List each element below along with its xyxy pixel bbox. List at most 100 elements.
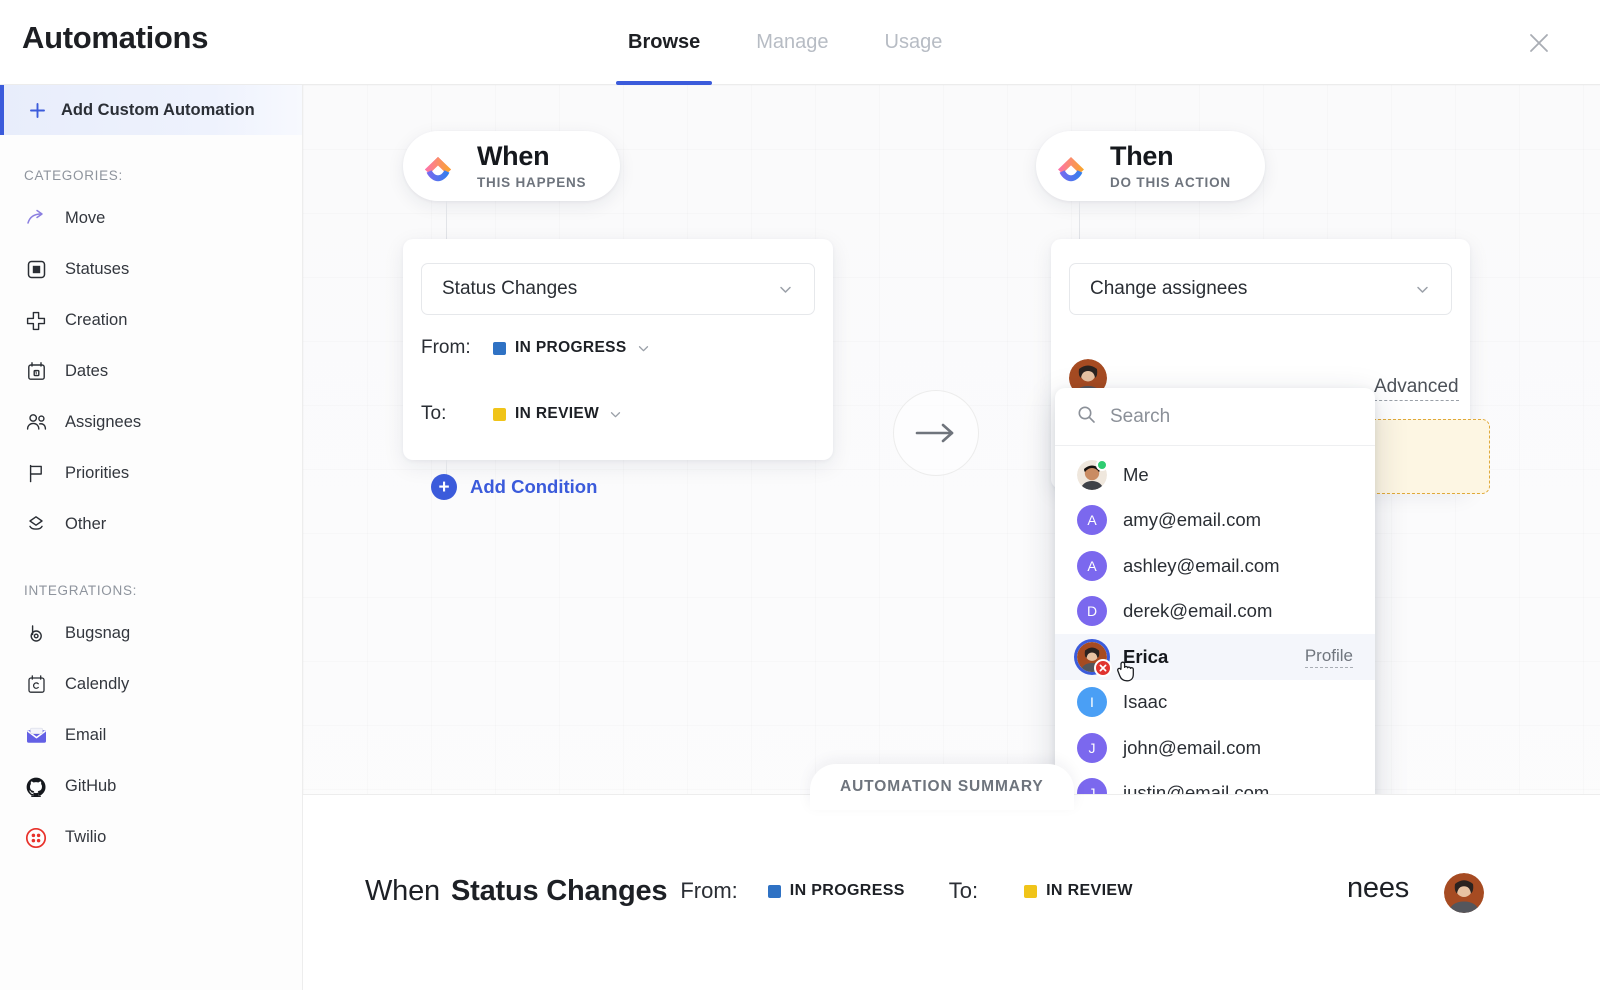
plus-icon [28, 101, 47, 120]
trigger-card: Status Changes From: IN PROGRESS To: IN … [403, 239, 833, 460]
move-arrow-icon [24, 207, 48, 231]
status-swatch [493, 341, 506, 355]
calendly-icon [24, 673, 48, 697]
assignee-search-input[interactable] [1110, 405, 1350, 428]
assignee-option-label: Isaac [1123, 691, 1168, 713]
chevron-down-icon [608, 407, 623, 422]
sidebar-item-calendly[interactable]: Calendly [0, 659, 302, 710]
trigger-select[interactable]: Status Changes [421, 263, 815, 315]
tab-usage[interactable]: Usage [857, 0, 971, 85]
sidebar-item-email[interactable]: Email [0, 710, 302, 761]
chevron-down-icon [1414, 281, 1431, 298]
plus-cross-icon [24, 309, 48, 333]
avatar-initial: I [1077, 687, 1107, 718]
assignee-search-row [1055, 388, 1375, 446]
tab-browse[interactable]: Browse [600, 0, 728, 85]
sidebar-item-creation-label: Creation [65, 311, 128, 329]
add-custom-automation-button[interactable]: Add Custom Automation [0, 85, 302, 135]
assignee-option-amy[interactable]: A amy@email.com [1055, 498, 1375, 544]
bugsnag-icon [24, 622, 48, 646]
avatar-initial-letter: A [1087, 512, 1097, 529]
sidebar-item-twilio-label: Twilio [65, 828, 107, 846]
add-condition-label: Add Condition [470, 476, 598, 497]
trigger-to-status[interactable]: IN REVIEW [493, 405, 623, 423]
sidebar-item-move[interactable]: Move [0, 193, 302, 244]
tab-manage[interactable]: Manage [728, 0, 856, 85]
summary-from-status: IN PROGRESS [767, 882, 905, 900]
assignee-option-isaac[interactable]: I Isaac [1055, 680, 1375, 726]
status-square-icon [24, 258, 48, 282]
github-icon [24, 775, 48, 799]
when-connector-line [446, 201, 447, 241]
chevron-down-icon [777, 281, 794, 298]
trigger-from-status[interactable]: IN PROGRESS [493, 339, 651, 357]
assignee-option-label: Me [1123, 463, 1149, 485]
automation-summary-tab: AUTOMATION SUMMARY [810, 764, 1074, 810]
sidebar-item-statuses[interactable]: Statuses [0, 244, 302, 295]
trigger-from-label: From: [421, 337, 471, 358]
sidebar-item-creation[interactable]: Creation [0, 295, 302, 346]
avatar-initial-letter: D [1086, 603, 1098, 620]
then-pill-text: Then DO THIS ACTION [1110, 140, 1231, 190]
flow-arrow [893, 390, 979, 476]
when-pill: When THIS HAPPENS [403, 131, 621, 201]
status-swatch [493, 407, 506, 421]
sidebar-item-twilio[interactable]: Twilio [0, 812, 302, 863]
trigger-from-row: From: IN PROGRESS [403, 315, 833, 381]
trigger-from-status-label: IN PROGRESS [515, 339, 627, 356]
remove-assignee-icon[interactable] [1094, 658, 1112, 677]
add-custom-automation-label: Add Custom Automation [61, 100, 255, 119]
summary-trigger-name: Status Changes [450, 874, 668, 907]
assignee-option-erica[interactable]: Erica Profile [1055, 634, 1375, 682]
then-title: Then [1110, 140, 1174, 171]
assignee-option-derek[interactable]: D derek@email.com [1055, 589, 1375, 635]
assignee-option-label: amy@email.com [1123, 509, 1262, 531]
sidebar-item-other[interactable]: Other [0, 499, 302, 550]
assignee-option-label: john@email.com [1123, 736, 1262, 758]
status-swatch [1024, 884, 1038, 898]
assignee-option-me[interactable]: Me [1055, 452, 1375, 498]
summary-assignee-avatar [1444, 873, 1484, 913]
summary-to-status: IN REVIEW [1024, 882, 1133, 900]
twilio-icon [24, 826, 48, 850]
integrations-heading: INTEGRATIONS: [24, 583, 138, 598]
sidebar-item-move-label: Move [65, 209, 106, 227]
status-swatch [767, 884, 781, 898]
automation-summary-area: When Status Changes From: IN PROGRESS To… [303, 764, 1600, 990]
summary-panel: When Status Changes From: IN PROGRESS To… [303, 794, 1600, 990]
tab-browse-label: Browse [628, 31, 701, 53]
avatar [1077, 641, 1112, 677]
add-condition-button[interactable]: + Add Condition [431, 474, 597, 500]
sidebar-item-assignees[interactable]: Assignees [0, 397, 302, 448]
sidebar-item-priorities[interactable]: Priorities [0, 448, 302, 499]
online-status-dot [1096, 458, 1108, 471]
summary-action-text: nees [1347, 872, 1410, 904]
sidebar-item-github[interactable]: GitHub [0, 761, 302, 812]
advanced-link[interactable]: Advanced [1374, 376, 1459, 401]
sidebar-item-calendly-label: Calendly [65, 675, 130, 693]
sidebar-item-dates[interactable]: Dates [0, 346, 302, 397]
when-title: When [477, 140, 550, 171]
trigger-to-status-label: IN REVIEW [515, 405, 600, 422]
avatar-initial: A [1077, 550, 1107, 581]
trigger-to-row: To: IN REVIEW [403, 381, 833, 447]
avatar-initial-letter: J [1088, 739, 1096, 756]
sidebar-item-github-label: GitHub [65, 777, 117, 795]
sidebar-item-priorities-label: Priorities [65, 464, 130, 482]
categories-heading: CATEGORIES: [24, 168, 123, 183]
summary-to-status-label: IN REVIEW [1046, 882, 1133, 899]
calendar-icon [24, 360, 48, 384]
summary-from-status-label: IN PROGRESS [789, 882, 905, 899]
assignee-profile-link[interactable]: Profile [1304, 646, 1353, 668]
tab-manage-label: Manage [756, 31, 829, 53]
sidebar-item-bugsnag[interactable]: Bugsnag [0, 608, 302, 659]
modal-header: Automations Browse Manage Usage [0, 0, 1600, 85]
action-select[interactable]: Change assignees [1069, 263, 1452, 315]
clickup-logo-icon [1046, 141, 1096, 191]
avatar-initial: D [1077, 596, 1107, 627]
close-icon[interactable] [1522, 26, 1556, 60]
assignee-option-ashley[interactable]: A ashley@email.com [1055, 543, 1375, 589]
trigger-select-value: Status Changes [442, 278, 578, 299]
plus-circle-icon: + [431, 474, 457, 500]
then-subtitle: DO THIS ACTION [1110, 174, 1231, 190]
